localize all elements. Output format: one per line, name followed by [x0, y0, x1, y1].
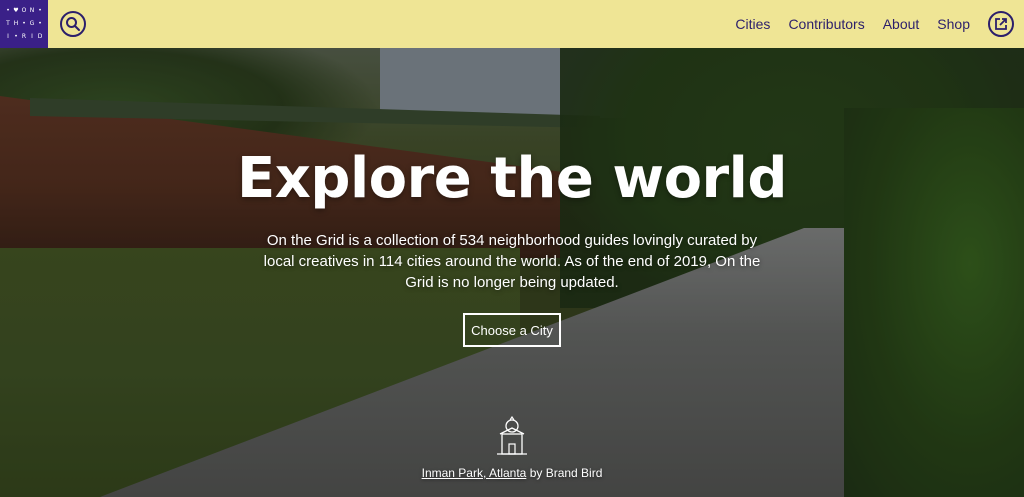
logo-letter: I: [31, 32, 33, 40]
site-logo[interactable]: • ♥ O N • T H • G • I • R I D: [0, 0, 48, 48]
logo-letter: •: [14, 32, 18, 40]
nav-link-cities[interactable]: Cities: [735, 16, 770, 32]
logo-letter: D: [37, 32, 43, 40]
logo-letter: G: [29, 19, 35, 27]
logo-letter: ♥: [13, 7, 19, 15]
logo-letter: I: [7, 32, 9, 40]
logo-letter: •: [22, 19, 26, 27]
logo-letter: T: [6, 19, 10, 27]
logo-letter: •: [38, 7, 42, 15]
neighborhood-illustration-icon: [497, 416, 527, 455]
logo-letter: H: [13, 19, 19, 27]
hero-section: Explore the world On the Grid is a colle…: [0, 48, 1024, 497]
site-header: • ♥ O N • T H • G • I • R I D Cities Con…: [0, 0, 1024, 48]
search-button[interactable]: [60, 11, 86, 37]
logo-letter: R: [21, 32, 27, 40]
logo-letter: O: [21, 7, 27, 15]
logo-letter: N: [29, 7, 35, 15]
credit-place-link[interactable]: Inman Park, Atlanta: [422, 466, 527, 480]
logo-letter: •: [6, 7, 10, 15]
external-link-icon: [995, 18, 1007, 30]
nav-link-shop[interactable]: Shop: [937, 16, 970, 32]
external-link-button[interactable]: [988, 11, 1014, 37]
main-nav: Cities Contributors About Shop: [735, 0, 970, 48]
nav-link-about[interactable]: About: [883, 16, 920, 32]
credit-author: by Brand Bird: [529, 466, 603, 480]
nav-link-contributors[interactable]: Contributors: [788, 16, 864, 32]
photo-credit: Inman Park, Atlanta by Brand Bird: [0, 466, 1024, 480]
logo-letter: •: [38, 19, 42, 27]
choose-city-button[interactable]: Choose a City: [463, 313, 561, 347]
hero-description: On the Grid is a collection of 534 neigh…: [263, 232, 761, 291]
hero-title: Explore the world: [237, 146, 787, 211]
search-icon: [66, 17, 80, 31]
